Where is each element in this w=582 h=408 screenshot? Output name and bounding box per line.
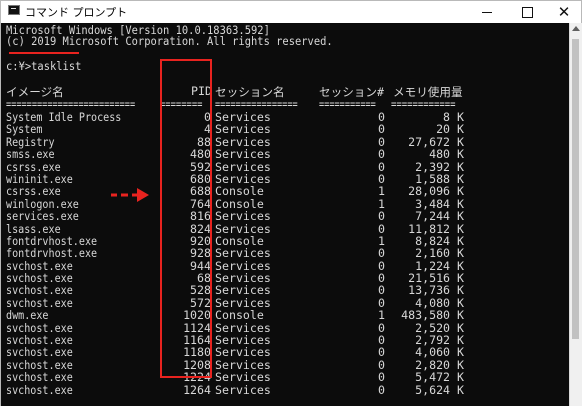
memory-usage-cell: 13,736 K: [408, 283, 464, 298]
column-image-name: System Idle Process System Registry smss.ex…: [6, 111, 121, 396]
scroll-thumb[interactable]: [572, 39, 579, 339]
session-number-cell: 0: [378, 357, 385, 372]
process-name-cell: svchost.exe: [6, 382, 73, 397]
memory-usage-cell: 480 K: [429, 147, 464, 162]
maximize-button[interactable]: [510, 1, 544, 23]
dashed-arrow-right-icon: [111, 188, 149, 202]
title-bar[interactable]: コマンド プロンプト ✕: [1, 1, 581, 24]
session-number-cell: 1: [378, 308, 385, 323]
session-number-cell: 0: [378, 122, 385, 137]
session-name-cell: Services: [215, 370, 271, 385]
session-name-cell: Console: [215, 308, 264, 323]
session-number-cell: 0: [378, 320, 385, 335]
scroll-up-arrow-icon[interactable]: [572, 26, 580, 31]
session-number-cell: 0: [378, 246, 385, 261]
memory-usage-cell: 7,244 K: [415, 209, 464, 224]
session-name-cell: Console: [215, 184, 264, 199]
process-name-cell: svchost.exe: [6, 283, 73, 298]
session-number-cell: 0: [378, 147, 385, 162]
close-button[interactable]: ✕: [547, 1, 581, 23]
console-output[interactable]: Microsoft Windows [Version 10.0.18363.59…: [1, 23, 569, 406]
pid-column-highlight-annotation: [160, 59, 212, 378]
session-number-cell: 0: [378, 258, 385, 273]
vertical-scrollbar[interactable]: [569, 23, 582, 406]
command-underline-annotation: [9, 52, 79, 54]
process-name-cell: services.exe: [6, 209, 79, 224]
process-name-cell: csrss.exe: [6, 184, 61, 199]
window-title: コマンド プロンプト: [25, 6, 128, 19]
process-name-cell: svchost.exe: [6, 370, 73, 385]
memory-usage-cell: 4,060 K: [415, 345, 464, 360]
banner-line-2: (c) 2019 Microsoft Corporation. All righ…: [6, 34, 333, 48]
session-name-cell: Services: [215, 345, 271, 360]
process-name-cell: fontdrvhost.exe: [6, 246, 98, 261]
maximize-icon: [521, 6, 533, 18]
process-name-cell: svchost.exe: [6, 345, 73, 360]
command-prompt-window: コマンド プロンプト ✕ Microsoft Windows [Version …: [0, 0, 582, 406]
session-name-cell: Services: [215, 147, 271, 162]
session-number-cell: 1: [378, 233, 385, 248]
command-prompt-line: c:¥>tasklist: [6, 59, 82, 73]
separator-session-name: ================: [215, 97, 298, 111]
session-number-cell: 0: [378, 370, 385, 385]
separator-session-number: ===========: [319, 97, 376, 111]
memory-usage-cell: 483,580 K: [401, 308, 464, 323]
session-name-cell: Services: [215, 246, 271, 261]
column-session-name: Services Services Services Services Services…: [215, 111, 271, 396]
session-number-cell: 0: [378, 295, 385, 310]
memory-usage-cell: 2,160 K: [415, 246, 464, 261]
session-number-cell: 1: [378, 196, 385, 211]
pid-cell: 1264: [183, 382, 211, 397]
console-app-icon: [8, 5, 20, 15]
close-icon: ✕: [557, 2, 571, 21]
minimize-icon: [482, 11, 492, 13]
process-name-cell: smss.exe: [6, 147, 55, 162]
memory-usage-cell: 20 K: [436, 122, 464, 137]
session-number-cell: 0: [378, 110, 385, 124]
session-number-cell: 0: [378, 209, 385, 224]
session-name-cell: Services: [215, 209, 271, 224]
memory-usage-cell: 5,624 K: [415, 382, 464, 397]
column-memory-usage: 8 K 20 K 27,672 K 480 K 2,392 K 1,588 K 28,096…: [393, 111, 464, 396]
session-number-cell: 1: [378, 184, 385, 199]
session-number-cell: 0: [378, 283, 385, 298]
session-number-cell: 0: [378, 345, 385, 360]
session-number-cell: 0: [378, 382, 385, 397]
separator-image-name: =========================: [6, 97, 136, 111]
session-number-cell: 0: [378, 271, 385, 286]
session-number-cell: 0: [378, 159, 385, 174]
session-number-cell: 0: [378, 333, 385, 348]
memory-usage-cell: 5,472 K: [415, 370, 464, 385]
process-name-cell: dwm.exe: [6, 308, 49, 323]
session-number-cell: 0: [378, 134, 385, 149]
session-number-cell: 0: [378, 171, 385, 186]
session-name-cell: Services: [215, 283, 271, 298]
separator-memory-usage: ============: [391, 97, 456, 111]
memory-usage-cell: 28,096 K: [408, 184, 464, 199]
minimize-button[interactable]: [470, 1, 504, 23]
session-name-cell: Services: [215, 122, 271, 137]
session-name-cell: Services: [215, 382, 271, 397]
process-name-cell: System: [6, 122, 43, 137]
column-session-number: 00000011001000001000000: [331, 111, 385, 396]
session-number-cell: 0: [378, 221, 385, 236]
